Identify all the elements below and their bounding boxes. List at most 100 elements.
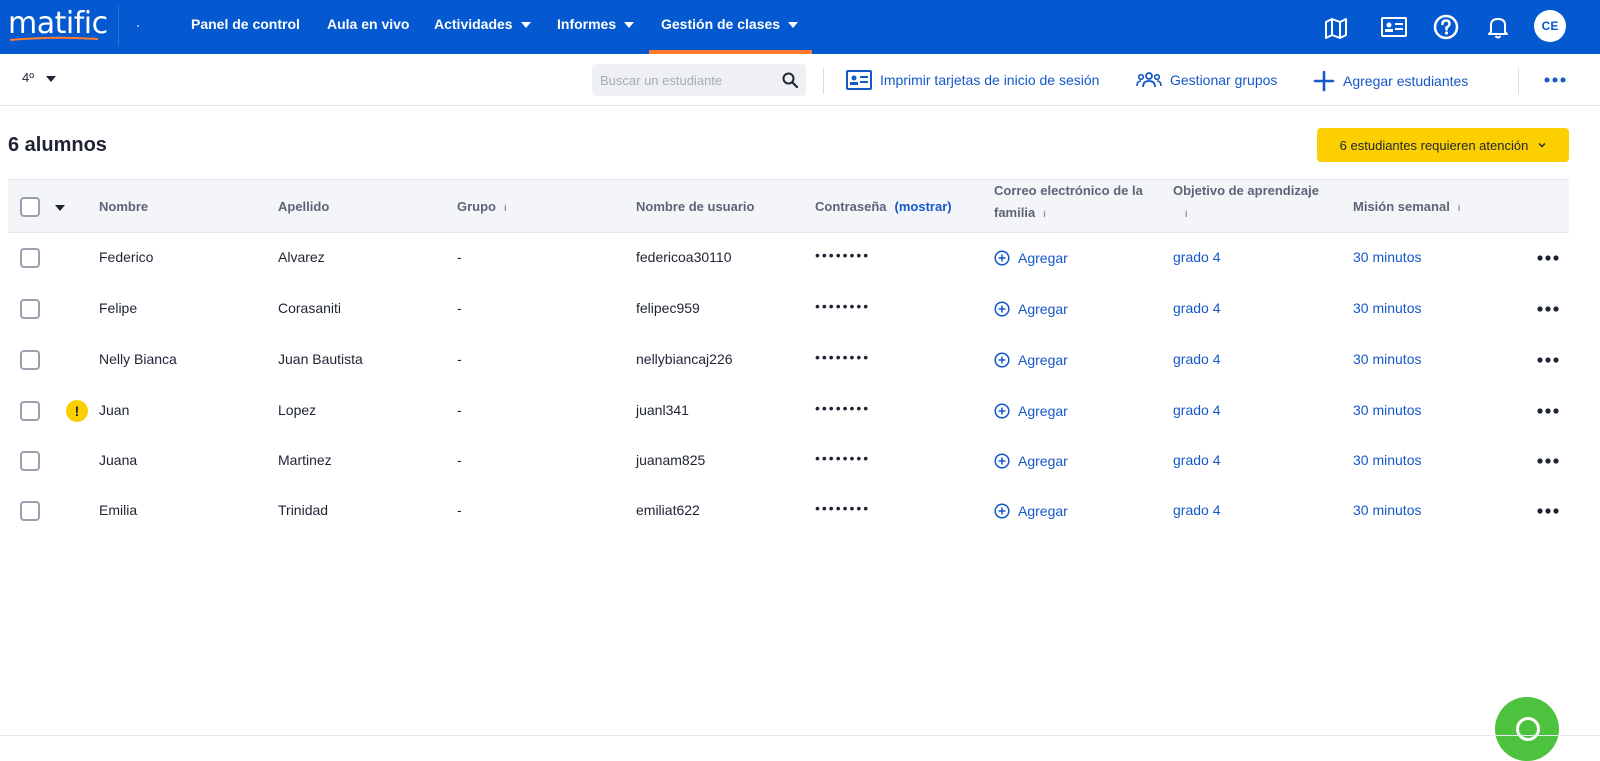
cell-usuario: juanl341 bbox=[636, 402, 689, 418]
add-family-email-button[interactable]: Agregar bbox=[994, 352, 1068, 368]
grade-select[interactable]: 4º bbox=[22, 70, 56, 85]
attention-dropdown-button[interactable]: 6 estudiantes requieren atención bbox=[1317, 128, 1569, 162]
add-family-email-button[interactable]: Agregar bbox=[994, 453, 1068, 469]
student-search[interactable] bbox=[592, 64, 806, 96]
chevron-down-icon bbox=[624, 22, 635, 29]
add-family-email-button[interactable]: Agregar bbox=[994, 301, 1068, 317]
warning-icon[interactable]: ! bbox=[66, 400, 88, 422]
more-options-icon[interactable] bbox=[1540, 70, 1570, 90]
header-mision[interactable]: Misión semanal i bbox=[1353, 199, 1460, 214]
info-icon[interactable]: i bbox=[504, 203, 507, 213]
nav-informes[interactable]: Informes bbox=[557, 16, 635, 32]
weekly-mission-link[interactable]: 30 minutos bbox=[1353, 351, 1421, 367]
row-checkbox[interactable] bbox=[20, 401, 40, 421]
row-checkbox[interactable] bbox=[20, 299, 40, 319]
cell-grupo: - bbox=[457, 300, 462, 316]
add-family-email-button[interactable]: Agregar bbox=[994, 503, 1068, 519]
header-correo[interactable]: Correo electrónico de la familia i bbox=[994, 180, 1166, 225]
header-apellido[interactable]: Apellido bbox=[278, 199, 329, 214]
header-label: Apellido bbox=[278, 199, 330, 214]
header-usuario[interactable]: Nombre de usuario bbox=[636, 199, 754, 214]
add-label: Agregar bbox=[1018, 250, 1068, 266]
learning-goal-link[interactable]: grado 4 bbox=[1173, 249, 1220, 265]
show-passwords-link[interactable]: (mostrar) bbox=[895, 199, 952, 214]
chevron-down-icon bbox=[520, 22, 531, 29]
nav-gestion-de-clases[interactable]: Gestión de clases bbox=[661, 16, 799, 32]
row-checkbox[interactable] bbox=[20, 248, 40, 268]
more-options-icon[interactable] bbox=[1534, 302, 1562, 316]
search-input[interactable] bbox=[600, 70, 770, 90]
weekly-mission-link[interactable]: 30 minutos bbox=[1353, 452, 1421, 468]
weekly-mission-link[interactable]: 30 minutos bbox=[1353, 502, 1421, 518]
nav-label: Panel de control bbox=[191, 16, 300, 32]
info-icon[interactable]: i bbox=[1185, 203, 1188, 225]
table-row[interactable]: Juana Martinez - juanam825 •••••••• Agregar gr… bbox=[8, 436, 1569, 487]
more-options-icon[interactable] bbox=[1534, 454, 1562, 468]
plus-circle-icon bbox=[994, 453, 1010, 469]
chat-icon bbox=[1516, 717, 1540, 741]
info-icon[interactable]: i bbox=[1043, 203, 1046, 225]
header-contrasena[interactable]: Contraseña (mostrar) bbox=[815, 199, 952, 214]
weekly-mission-link[interactable]: 30 minutos bbox=[1353, 249, 1421, 265]
add-students-label: Agregar estudiantes bbox=[1343, 73, 1469, 89]
help-icon[interactable] bbox=[1432, 13, 1460, 41]
nav-label: Gestión de clases bbox=[661, 16, 781, 32]
chat-help-button[interactable] bbox=[1495, 697, 1559, 761]
cell-nombre: Juana bbox=[99, 452, 138, 468]
row-checkbox[interactable] bbox=[20, 350, 40, 370]
cell-apellido: Juan Bautista bbox=[278, 351, 363, 367]
info-icon[interactable]: i bbox=[1458, 203, 1461, 213]
more-options-icon[interactable] bbox=[1534, 504, 1562, 518]
learning-goal-link[interactable]: grado 4 bbox=[1173, 351, 1220, 367]
nav-label: Aula en vivo bbox=[327, 16, 410, 32]
search-icon[interactable] bbox=[782, 72, 798, 88]
id-card-icon bbox=[846, 70, 872, 90]
learning-goal-link[interactable]: grado 4 bbox=[1173, 502, 1220, 518]
print-login-cards-button[interactable]: Imprimir tarjetas de inicio de sesión bbox=[846, 70, 1099, 90]
learning-goal-link[interactable]: grado 4 bbox=[1173, 300, 1220, 316]
add-label: Agregar bbox=[1018, 352, 1068, 368]
cell-password: •••••••• bbox=[815, 247, 871, 263]
cell-nombre: Emilia bbox=[99, 502, 138, 518]
cell-password: •••••••• bbox=[815, 349, 871, 365]
map-icon[interactable] bbox=[1322, 13, 1350, 41]
table-row[interactable]: Federico Alvarez - federicoa30110 •••••••• Ag… bbox=[8, 233, 1569, 284]
manage-groups-button[interactable]: Gestionar grupos bbox=[1136, 70, 1277, 90]
bell-icon[interactable] bbox=[1484, 13, 1512, 41]
toolbar-divider bbox=[823, 68, 824, 94]
weekly-mission-link[interactable]: 30 minutos bbox=[1353, 300, 1421, 316]
id-card-icon[interactable] bbox=[1380, 13, 1408, 41]
learning-goal-link[interactable]: grado 4 bbox=[1173, 402, 1220, 418]
more-options-icon[interactable] bbox=[1534, 251, 1562, 265]
add-family-email-button[interactable]: Agregar bbox=[994, 403, 1068, 419]
nav-panel-de-control[interactable]: Panel de control bbox=[191, 16, 300, 32]
user-avatar[interactable]: CE bbox=[1534, 10, 1566, 42]
cell-nombre: Juan bbox=[99, 402, 130, 418]
cell-grupo: - bbox=[457, 452, 462, 468]
header-label: Contraseña bbox=[815, 199, 887, 214]
chevron-down-icon[interactable] bbox=[55, 205, 65, 211]
cell-usuario: emiliat622 bbox=[636, 502, 700, 518]
more-options-icon[interactable] bbox=[1534, 404, 1562, 418]
add-family-email-button[interactable]: Agregar bbox=[994, 250, 1068, 266]
row-checkbox[interactable] bbox=[20, 501, 40, 521]
learning-goal-link[interactable]: grado 4 bbox=[1173, 452, 1220, 468]
table-row[interactable]: Nelly Bianca Juan Bautista - nellybiancaj22… bbox=[8, 335, 1569, 386]
chevron-down-icon bbox=[45, 75, 56, 82]
select-all-checkbox[interactable] bbox=[20, 197, 40, 217]
cell-nombre: Nelly Bianca bbox=[99, 351, 177, 367]
table-row[interactable]: ! Juan Lopez - juanl341 •••••••• Agregar grado … bbox=[8, 386, 1569, 437]
nav-aula-en-vivo[interactable]: Aula en vivo bbox=[327, 16, 409, 32]
row-checkbox[interactable] bbox=[20, 451, 40, 471]
table-row[interactable]: Emilia Trinidad - emiliat622 •••••••• Agregar… bbox=[8, 486, 1569, 537]
more-options-icon[interactable] bbox=[1534, 353, 1562, 367]
table-row[interactable]: Felipe Corasaniti - felipec959 •••••••• Agreg… bbox=[8, 284, 1569, 335]
weekly-mission-link[interactable]: 30 minutos bbox=[1353, 402, 1421, 418]
add-label: Agregar bbox=[1018, 503, 1068, 519]
nav-label: Informes bbox=[557, 16, 617, 32]
header-objetivo[interactable]: Objetivo de aprendizaje i bbox=[1173, 180, 1345, 225]
header-nombre[interactable]: Nombre bbox=[99, 199, 148, 214]
add-students-button[interactable]: Agregar estudiantes bbox=[1313, 70, 1468, 92]
nav-actividades[interactable]: Actividades bbox=[434, 16, 531, 32]
header-grupo[interactable]: Grupo i bbox=[457, 199, 507, 214]
